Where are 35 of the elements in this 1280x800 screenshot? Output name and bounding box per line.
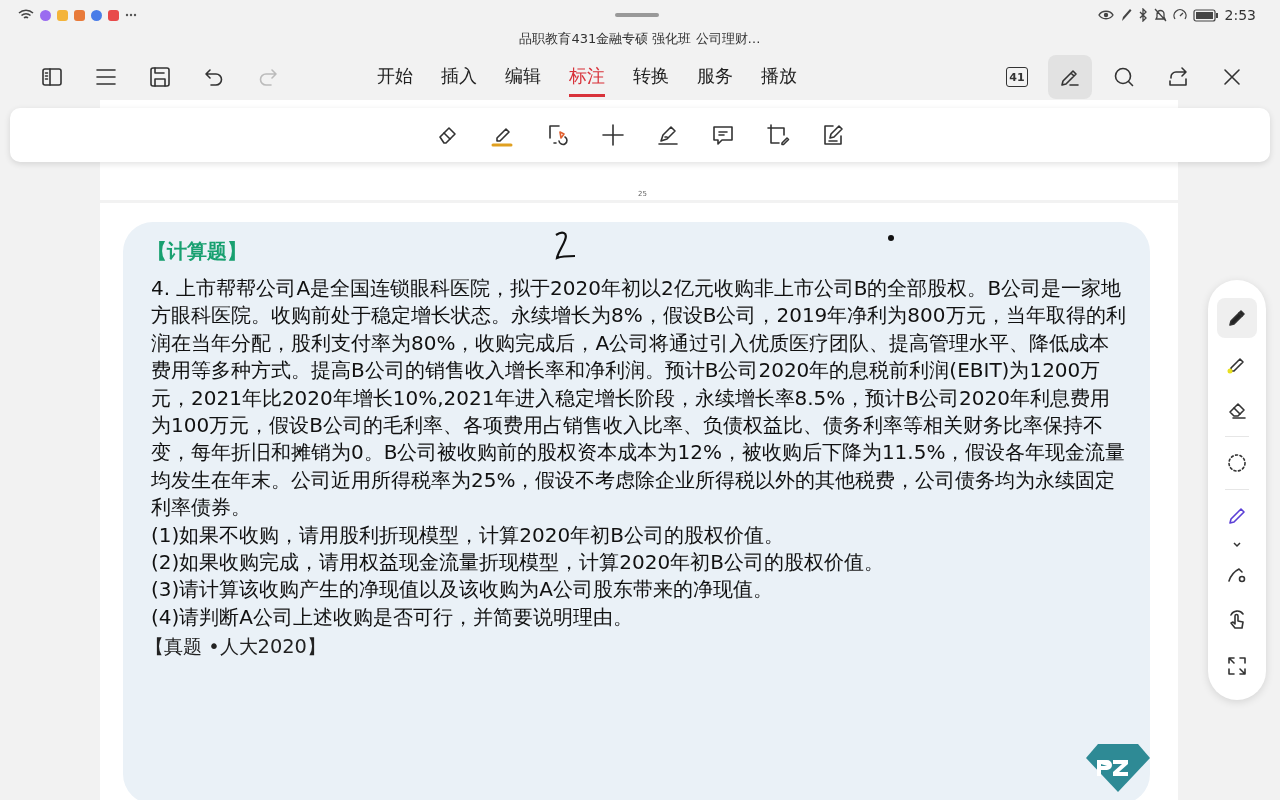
question-text: (1)如果不收购，请用股利折现模型，计算2020年初B公司的股权价值。 (151, 521, 785, 549)
chevron-icon[interactable] (1232, 542, 1242, 548)
question-heading: 【计算题】 (147, 238, 247, 265)
problem-text: 4. 上市帮帮公司A是全国连锁眼科医院，拟于2020年初以2亿元收购非上市公司B的全部股权。B公司是一家地方眼科医院。收购前处于稳定增长状态。永续增长为8%，假设B公司，2019年净利为800万元，当年取得的利润在当年分配，股利支付率为80%，收购完成后，A公司将通过引入优质医疗团队、提高管理水平、降低成本费用等多种方式。提高B公司的销售收入增长率和净利润。预计B公司2020年的息税前利润(EBIT)为1200万元，2021年比2020年增长10%,2021年进入稳定增长阶段，永续增长率8.5%，预计B公司2020年利息费用为100万元，假设B公司的毛利率、各项费用占销售收入比率、负债权益比、债务利率等相关财务比率保持不变，每年折旧和摊销为0。B公司被收购前的股权资本成本为12%，被收购后下降为11.5%，假设各年现金流量均发生在年末。公司近用所得税率为25%，假设不考虑除企业所得税以外的其他税费，公司债务均为永续固定利率债券。 (151, 275, 1126, 522)
question-text: (2)如果收购完成，请用权益现金流量折现模型，计算2020年初B公司的股权价值。 (151, 549, 885, 577)
gauge-icon (1172, 8, 1187, 22)
clock-time: 2:53 (1224, 7, 1256, 23)
question-text: (4)请判断A公司上述收购是否可行，并简要说明理由。 (151, 603, 634, 631)
menu-tab[interactable]: 服务 (697, 57, 733, 97)
question-text: (3)请计算该收购产生的净现值以及该收购为A公司股东带来的净现值。 (151, 576, 774, 604)
app-icon (91, 9, 102, 21)
app-icon (74, 9, 85, 21)
menu-tab[interactable]: 编辑 (505, 57, 541, 97)
menu-tab[interactable]: 标注 (569, 57, 605, 97)
pen-icon[interactable] (1048, 55, 1092, 99)
app-icon (57, 9, 68, 21)
ink-dot (887, 234, 895, 242)
more-icon (125, 13, 137, 17)
page-count-button[interactable]: 41 (1006, 67, 1028, 87)
app-icon (40, 9, 51, 21)
bell-off-icon (1153, 8, 1167, 22)
menu-tab[interactable]: 开始 (377, 57, 413, 97)
app-icon (108, 9, 119, 21)
eye-icon (1097, 9, 1114, 21)
battery-icon (1192, 8, 1219, 22)
menu-tab[interactable]: 插入 (441, 57, 477, 97)
menu-tab[interactable]: 转换 (633, 57, 669, 97)
pencil-icon[interactable] (1217, 298, 1257, 338)
bluetooth-icon (1137, 8, 1148, 22)
wifi-icon (18, 9, 34, 21)
source-label: 【真题 •人大2020】 (145, 634, 327, 661)
pen-icon (1119, 8, 1132, 22)
document-title: 品职教育431金融专硕 强化班 公司理财… (518, 30, 762, 48)
drag-handle[interactable] (615, 13, 659, 17)
menu-tab[interactable]: 播放 (761, 57, 797, 97)
